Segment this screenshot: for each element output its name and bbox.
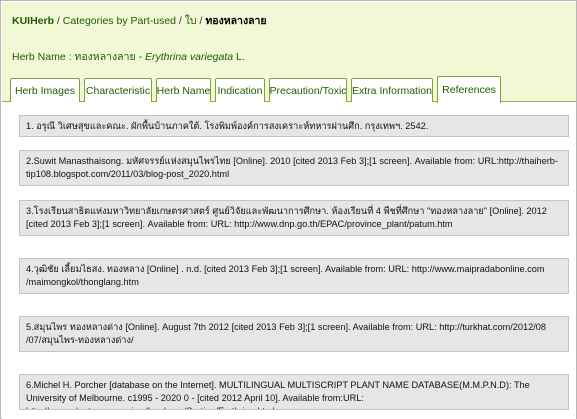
reference-item: 2.Suwit Manasthaisong. มหัศจรรย์แห่งสมุน… (19, 150, 569, 186)
herb-name-label: Herb Name : ทองหลางลาย - (12, 51, 145, 63)
breadcrumb-home-link[interactable]: KUIHerb (12, 15, 54, 27)
references-panel: 1. อรุณี วิเศษสุขและคณะ. ผักพื้นบ้านภาคใ… (2, 103, 576, 419)
breadcrumb-separator: / (54, 15, 63, 27)
breadcrumb-separator: / (176, 15, 185, 27)
herb-scientific-name: Erythrina variegata (144, 51, 234, 63)
tab-precaution-toxic[interactable]: Precaution/Toxic (269, 78, 347, 102)
reference-item: 6.Michel H. Porcher [database on the Int… (19, 374, 569, 410)
breadcrumb-category-link[interactable]: Categories by Part-used (63, 15, 176, 27)
reference-item: 4.วุฒิชัย เลี้ยมไธสง. ทองหลาง [Online] .… (19, 258, 569, 294)
reference-item: 1. อรุณี วิเศษสุขและคณะ. ผักพื้นบ้านภาคใ… (19, 115, 569, 137)
breadcrumb-current: ทองหลางลาย (205, 15, 267, 27)
tab-herb-images[interactable]: Herb Images (10, 78, 80, 102)
reference-item: 5.สมุนไพร ทองหลางด่าง [Online]. August 7… (19, 316, 569, 352)
breadcrumb: KUIHerb / Categories by Part-used / ใบ /… (12, 12, 267, 29)
breadcrumb-part-link[interactable]: ใบ (185, 15, 197, 27)
tab-references[interactable]: References (437, 76, 501, 103)
reference-item: 3.โรงเรียนสาธิตแห่งมหาวิทยาลัยเกษตรศาสตร… (19, 200, 569, 236)
tab-herb-name[interactable]: Herb Name (156, 78, 211, 102)
herb-author: L. (233, 51, 245, 63)
tab-bar: Herb Images Characteristic Herb Name Ind… (2, 70, 576, 103)
tab-indication[interactable]: Indication (215, 78, 265, 102)
tab-extra-information[interactable]: Extra Information (351, 78, 433, 102)
page-header: KUIHerb / Categories by Part-used / ใบ /… (2, 2, 576, 70)
tab-characteristic[interactable]: Characteristic (84, 78, 152, 102)
page-frame: KUIHerb / Categories by Part-used / ใบ /… (0, 0, 577, 419)
herb-name-line: Herb Name : ทองหลางลาย - Erythrina varie… (12, 48, 245, 65)
